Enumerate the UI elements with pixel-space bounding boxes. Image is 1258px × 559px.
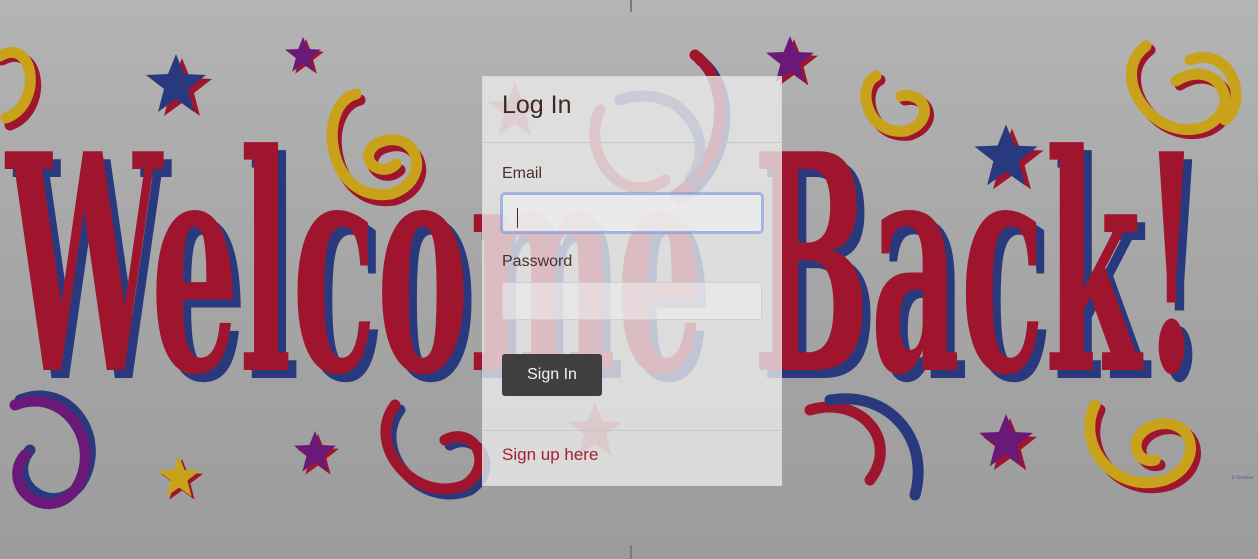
email-group: Email (502, 165, 762, 232)
sign-in-button[interactable]: Sign In (502, 354, 602, 396)
banner-divider-bottom (630, 545, 632, 559)
password-label: Password (502, 253, 573, 270)
text-cursor (517, 208, 518, 228)
banner-divider-top (630, 0, 632, 12)
banner-credit: © Creative (1231, 475, 1254, 480)
sign-up-link[interactable]: Sign up here (502, 445, 598, 464)
email-label: Email (502, 165, 543, 182)
login-footer: Sign up here (483, 431, 781, 465)
password-field[interactable] (502, 282, 762, 320)
login-form: Email Password Sign In (483, 143, 781, 431)
login-title: Log In (502, 91, 572, 119)
login-header: Log In (483, 77, 781, 143)
password-group: Password (502, 253, 762, 320)
email-field[interactable] (502, 194, 762, 232)
login-panel: Log In Email Password Sign In Sign up he… (482, 76, 782, 486)
